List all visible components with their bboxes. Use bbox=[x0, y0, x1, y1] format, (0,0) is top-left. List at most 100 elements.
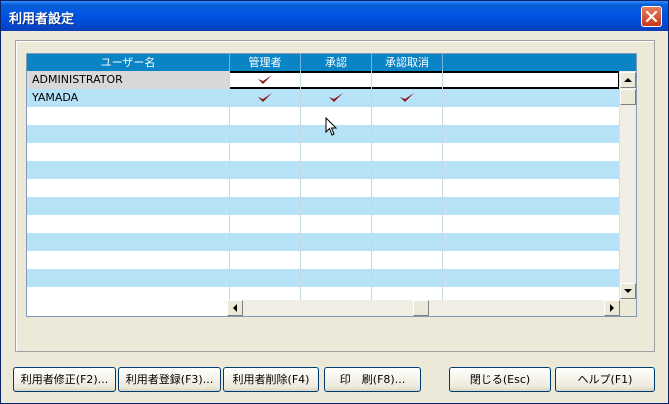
cell-empty bbox=[443, 107, 620, 125]
cell-cancel-approve[interactable] bbox=[372, 233, 443, 251]
cell-admin[interactable] bbox=[230, 251, 301, 269]
scroll-left-button[interactable] bbox=[227, 300, 243, 316]
cell-admin[interactable] bbox=[230, 71, 301, 89]
help-button[interactable]: ヘルプ(F1) bbox=[555, 367, 655, 392]
user-settings-window: 利用者設定 ユーザー名 管理者 承認 承認取消 ADMINISTRATOR YAM… bbox=[0, 0, 669, 404]
cell-admin[interactable] bbox=[230, 161, 301, 179]
cell-username bbox=[27, 143, 230, 161]
cell-approve[interactable] bbox=[301, 89, 372, 107]
cell-cancel-approve[interactable] bbox=[372, 107, 443, 125]
cell-empty bbox=[443, 143, 620, 161]
scroll-up-button[interactable] bbox=[620, 72, 636, 88]
close-icon bbox=[645, 10, 658, 23]
column-header-admin[interactable]: 管理者 bbox=[230, 54, 301, 71]
user-grid[interactable]: ユーザー名 管理者 承認 承認取消 ADMINISTRATOR YAMADA bbox=[26, 53, 637, 317]
cell-cancel-approve[interactable] bbox=[372, 143, 443, 161]
cell-username bbox=[27, 215, 230, 233]
close-window-button[interactable] bbox=[641, 6, 662, 27]
cell-username: ADMINISTRATOR bbox=[27, 71, 230, 89]
cell-approve[interactable] bbox=[301, 143, 372, 161]
cell-admin[interactable] bbox=[230, 215, 301, 233]
cell-username bbox=[27, 107, 230, 125]
table-row[interactable] bbox=[27, 233, 620, 251]
arrow-up-icon bbox=[624, 78, 632, 82]
cell-approve[interactable] bbox=[301, 251, 372, 269]
column-header-username[interactable]: ユーザー名 bbox=[27, 54, 230, 71]
cell-empty bbox=[443, 89, 620, 107]
checkmark-icon bbox=[258, 93, 272, 102]
cell-username bbox=[27, 125, 230, 143]
cell-admin[interactable] bbox=[230, 89, 301, 107]
checkmark-icon bbox=[329, 93, 343, 102]
cell-empty bbox=[443, 125, 620, 143]
cell-empty bbox=[443, 233, 620, 251]
cell-admin[interactable] bbox=[230, 269, 301, 287]
table-row[interactable] bbox=[27, 107, 620, 125]
horizontal-scroll-thumb[interactable] bbox=[413, 300, 429, 316]
cell-username bbox=[27, 179, 230, 197]
cell-empty bbox=[443, 269, 620, 287]
cell-empty bbox=[443, 215, 620, 233]
table-row[interactable] bbox=[27, 251, 620, 269]
table-row[interactable] bbox=[27, 215, 620, 233]
cell-admin[interactable] bbox=[230, 143, 301, 161]
cell-cancel-approve[interactable] bbox=[372, 179, 443, 197]
cell-cancel-approve[interactable] bbox=[372, 161, 443, 179]
arrow-right-icon bbox=[610, 304, 614, 312]
cell-empty bbox=[443, 71, 620, 89]
cell-empty bbox=[443, 251, 620, 269]
cell-approve[interactable] bbox=[301, 215, 372, 233]
window-title: 利用者設定 bbox=[9, 12, 75, 27]
column-header-cancel-approve[interactable]: 承認取消 bbox=[372, 54, 443, 71]
checkmark-icon bbox=[258, 75, 272, 84]
table-row[interactable] bbox=[27, 197, 620, 215]
cell-username bbox=[27, 197, 230, 215]
cell-approve[interactable] bbox=[301, 233, 372, 251]
vertical-scrollbar[interactable] bbox=[619, 71, 636, 300]
cell-approve[interactable] bbox=[301, 71, 372, 89]
cell-cancel-approve[interactable] bbox=[372, 251, 443, 269]
vertical-scroll-thumb[interactable] bbox=[620, 89, 636, 105]
cell-admin[interactable] bbox=[230, 125, 301, 143]
cell-admin[interactable] bbox=[230, 107, 301, 125]
column-header-approve[interactable]: 承認 bbox=[301, 54, 372, 71]
delete-user-button[interactable]: 利用者削除(F4) bbox=[223, 367, 319, 392]
scroll-right-button[interactable] bbox=[604, 300, 620, 316]
scrollbar-corner bbox=[620, 300, 636, 316]
table-row[interactable] bbox=[27, 143, 620, 161]
table-row[interactable]: ADMINISTRATOR bbox=[27, 71, 620, 89]
table-row[interactable] bbox=[27, 161, 620, 179]
cell-admin[interactable] bbox=[230, 233, 301, 251]
cell-admin[interactable] bbox=[230, 179, 301, 197]
horizontal-scrollbar[interactable] bbox=[227, 300, 620, 316]
close-button[interactable]: 閉じる(Esc) bbox=[449, 367, 551, 392]
cell-approve[interactable] bbox=[301, 197, 372, 215]
cell-cancel-approve[interactable] bbox=[372, 125, 443, 143]
mouse-cursor-icon bbox=[325, 117, 338, 136]
scroll-down-button[interactable] bbox=[620, 283, 636, 299]
cell-cancel-approve[interactable] bbox=[372, 197, 443, 215]
cell-cancel-approve[interactable] bbox=[372, 269, 443, 287]
cell-admin[interactable] bbox=[230, 197, 301, 215]
cell-approve[interactable] bbox=[301, 179, 372, 197]
cell-approve[interactable] bbox=[301, 161, 372, 179]
cell-username: YAMADA bbox=[27, 89, 230, 107]
cell-empty bbox=[443, 179, 620, 197]
frozen-column-area bbox=[27, 300, 227, 316]
arrow-left-icon bbox=[233, 304, 237, 312]
checkmark-icon bbox=[400, 93, 414, 102]
register-user-button[interactable]: 利用者登録(F3)... bbox=[118, 367, 221, 392]
table-row[interactable] bbox=[27, 125, 620, 143]
cell-cancel-approve[interactable] bbox=[372, 71, 443, 89]
cell-cancel-approve[interactable] bbox=[372, 215, 443, 233]
column-header-empty bbox=[443, 54, 636, 71]
print-button[interactable]: 印 刷(F8)... bbox=[324, 367, 421, 392]
edit-user-button[interactable]: 利用者修正(F2)... bbox=[13, 367, 116, 392]
cell-approve[interactable] bbox=[301, 269, 372, 287]
title-bar[interactable]: 利用者設定 bbox=[1, 1, 668, 31]
cell-cancel-approve[interactable] bbox=[372, 89, 443, 107]
arrow-down-icon bbox=[624, 289, 632, 293]
table-row[interactable]: YAMADA bbox=[27, 89, 620, 107]
table-row[interactable] bbox=[27, 269, 620, 287]
table-row[interactable] bbox=[27, 179, 620, 197]
